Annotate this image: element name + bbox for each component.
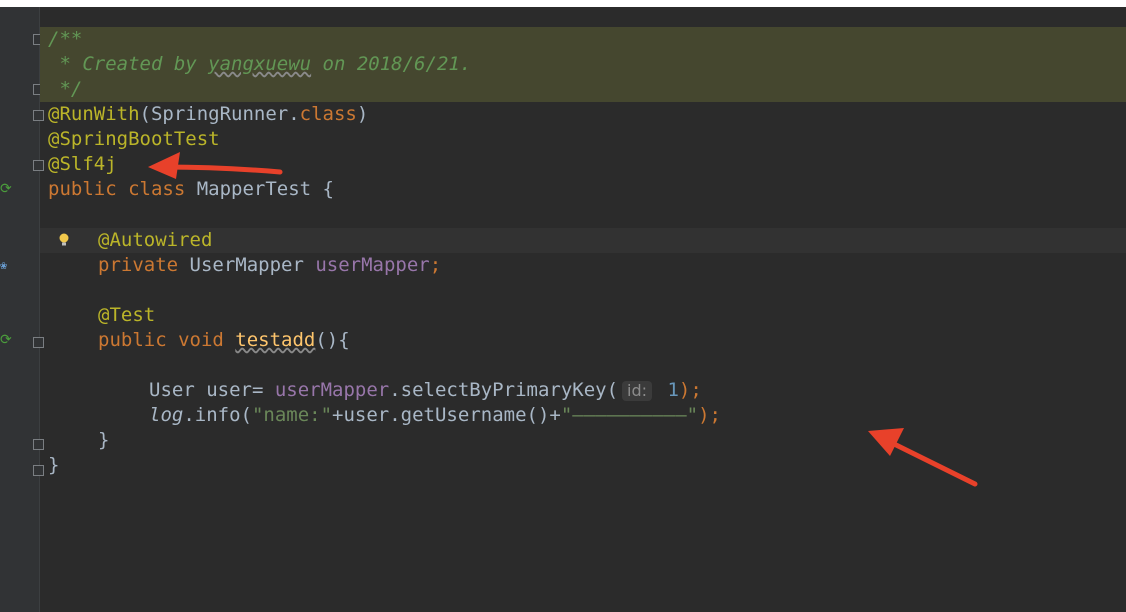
code-editor[interactable]: ⟳ ❀ ⟳ /** * Created by yangxuewu on 2018… [0,7,1126,612]
annotation-arrows [148,152,978,487]
arrow-annotation [868,428,978,487]
arrow-annotation [148,152,283,179]
